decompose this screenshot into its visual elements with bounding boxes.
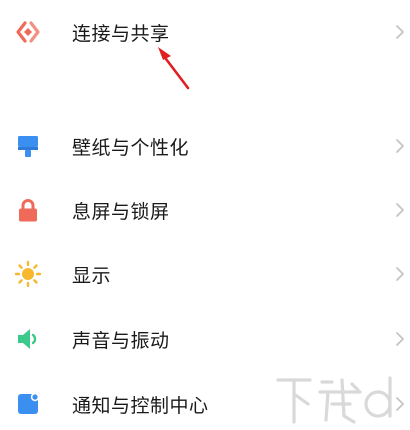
settings-item-label: 声音与振动	[72, 329, 170, 352]
settings-item-label: 连接与共享	[72, 22, 170, 45]
speaker-icon	[14, 325, 42, 353]
chevron-right-icon	[396, 332, 404, 346]
lock-icon	[14, 196, 42, 224]
settings-item-connection-share[interactable]: 连接与共享	[0, 4, 410, 60]
chevron-right-icon	[396, 139, 404, 153]
settings-item-label: 息屏与锁屏	[72, 200, 170, 223]
settings-item-sound[interactable]: 声音与振动	[0, 311, 410, 367]
settings-item-display[interactable]: 显示	[0, 246, 410, 302]
settings-item-label: 显示	[72, 264, 112, 287]
site-logo-watermark	[276, 376, 392, 424]
settings-item-label: 壁纸与个性化	[72, 136, 190, 159]
settings-screen: 连接与共享 壁纸与个性化 息屏与锁屏 显示 声音与振动 通知与控制中心	[0, 0, 410, 430]
settings-item-lock-screen[interactable]: 息屏与锁屏	[0, 182, 410, 238]
notification-icon	[14, 390, 42, 418]
connection-share-icon	[14, 18, 42, 46]
chevron-right-icon	[396, 267, 404, 281]
wallpaper-icon	[14, 132, 42, 160]
chevron-right-icon	[396, 203, 404, 217]
chevron-right-icon	[396, 25, 404, 39]
settings-item-label: 通知与控制中心	[72, 394, 209, 417]
settings-item-wallpaper[interactable]: 壁纸与个性化	[0, 118, 410, 174]
sun-icon	[14, 260, 42, 288]
